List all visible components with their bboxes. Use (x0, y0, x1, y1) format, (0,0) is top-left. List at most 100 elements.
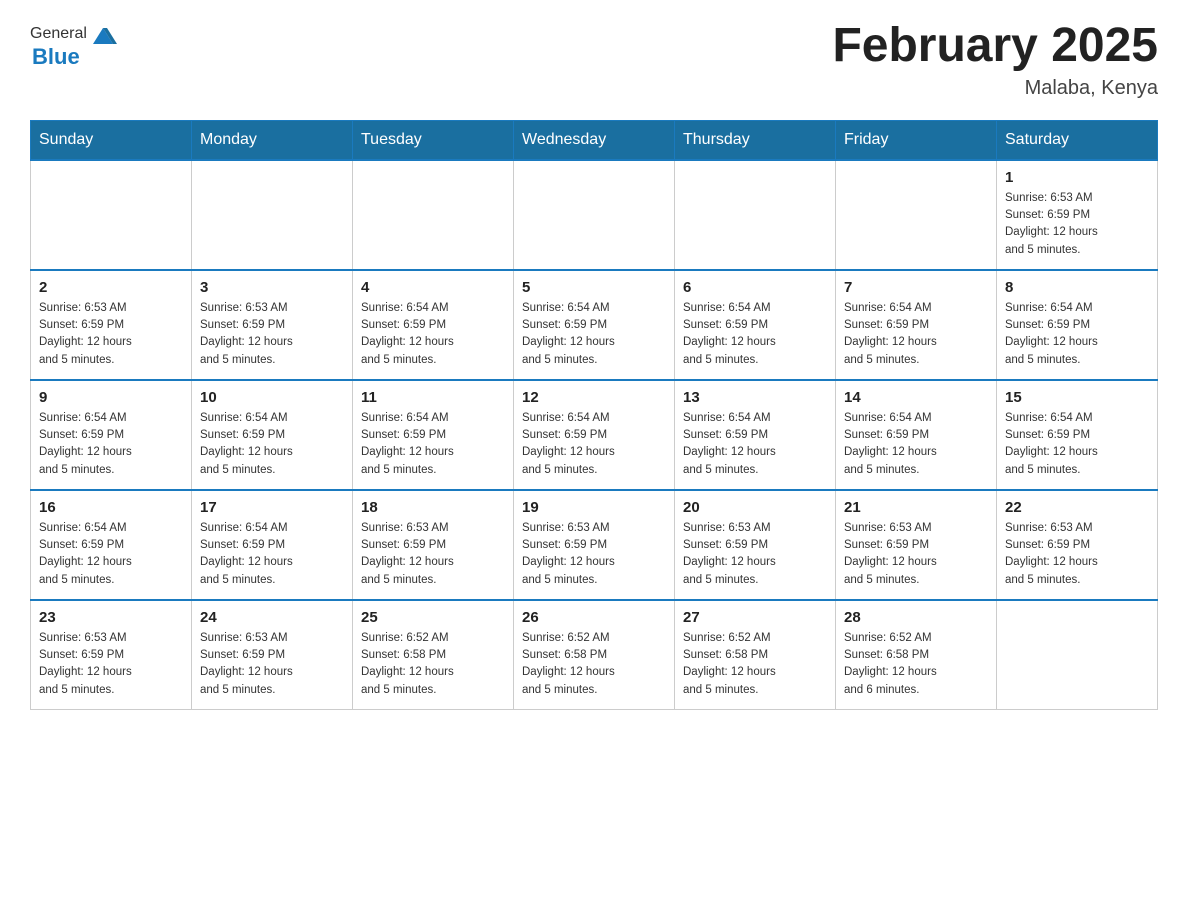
day-info: Sunrise: 6:54 AMSunset: 6:59 PMDaylight:… (522, 300, 666, 369)
day-number: 23 (39, 609, 183, 626)
day-number: 3 (200, 279, 344, 296)
day-info: Sunrise: 6:52 AMSunset: 6:58 PMDaylight:… (844, 630, 988, 699)
day-number: 28 (844, 609, 988, 626)
day-info: Sunrise: 6:53 AMSunset: 6:59 PMDaylight:… (1005, 190, 1149, 259)
header-saturday: Saturday (997, 120, 1158, 160)
day-info: Sunrise: 6:54 AMSunset: 6:59 PMDaylight:… (522, 410, 666, 479)
day-number: 7 (844, 279, 988, 296)
day-info: Sunrise: 6:54 AMSunset: 6:59 PMDaylight:… (200, 520, 344, 589)
header-wednesday: Wednesday (514, 120, 675, 160)
location: Malaba, Kenya (832, 77, 1158, 100)
day-info: Sunrise: 6:54 AMSunset: 6:59 PMDaylight:… (844, 410, 988, 479)
calendar-cell (997, 600, 1158, 710)
day-info: Sunrise: 6:53 AMSunset: 6:59 PMDaylight:… (39, 300, 183, 369)
page-header: General Blue February 2025 Malaba, Kenya (30, 20, 1158, 100)
day-info: Sunrise: 6:53 AMSunset: 6:59 PMDaylight:… (1005, 520, 1149, 589)
day-number: 6 (683, 279, 827, 296)
day-info: Sunrise: 6:53 AMSunset: 6:59 PMDaylight:… (200, 630, 344, 699)
calendar-cell: 19 Sunrise: 6:53 AMSunset: 6:59 PMDayligh… (514, 490, 675, 600)
logo-general-text: General (30, 25, 87, 43)
calendar-cell: 11 Sunrise: 6:54 AMSunset: 6:59 PMDayligh… (353, 380, 514, 490)
day-number: 21 (844, 499, 988, 516)
calendar-cell: 13 Sunrise: 6:54 AMSunset: 6:59 PMDayligh… (675, 380, 836, 490)
calendar-table: SundayMondayTuesdayWednesdayThursdayFrid… (30, 120, 1158, 711)
day-info: Sunrise: 6:52 AMSunset: 6:58 PMDaylight:… (522, 630, 666, 699)
day-info: Sunrise: 6:53 AMSunset: 6:59 PMDaylight:… (522, 520, 666, 589)
calendar-cell: 18 Sunrise: 6:53 AMSunset: 6:59 PMDayligh… (353, 490, 514, 600)
day-info: Sunrise: 6:54 AMSunset: 6:59 PMDaylight:… (361, 410, 505, 479)
day-info: Sunrise: 6:54 AMSunset: 6:59 PMDaylight:… (200, 410, 344, 479)
calendar-cell: 15 Sunrise: 6:54 AMSunset: 6:59 PMDayligh… (997, 380, 1158, 490)
calendar-cell (192, 160, 353, 270)
header-sunday: Sunday (31, 120, 192, 160)
header-monday: Monday (192, 120, 353, 160)
day-number: 1 (1005, 169, 1149, 186)
day-number: 24 (200, 609, 344, 626)
calendar-header-row: SundayMondayTuesdayWednesdayThursdayFrid… (31, 120, 1158, 160)
day-info: Sunrise: 6:53 AMSunset: 6:59 PMDaylight:… (200, 300, 344, 369)
calendar-cell: 25Sunrise: 6:52 AMSunset: 6:58 PMDayligh… (353, 600, 514, 710)
calendar-cell: 4Sunrise: 6:54 AMSunset: 6:59 PMDaylight… (353, 270, 514, 380)
month-title: February 2025 (832, 20, 1158, 73)
header-tuesday: Tuesday (353, 120, 514, 160)
day-number: 27 (683, 609, 827, 626)
calendar-cell: 22 Sunrise: 6:53 AMSunset: 6:59 PMDayligh… (997, 490, 1158, 600)
day-info: Sunrise: 6:54 AMSunset: 6:59 PMDaylight:… (683, 410, 827, 479)
day-number: 13 (683, 389, 827, 406)
calendar-cell: 2 Sunrise: 6:53 AMSunset: 6:59 PMDaylight… (31, 270, 192, 380)
day-info: Sunrise: 6:54 AMSunset: 6:59 PMDaylight:… (683, 300, 827, 369)
day-number: 15 (1005, 389, 1149, 406)
header-thursday: Thursday (675, 120, 836, 160)
calendar-cell: 12Sunrise: 6:54 AMSunset: 6:59 PMDayligh… (514, 380, 675, 490)
day-number: 18 (361, 499, 505, 516)
calendar-cell: 28 Sunrise: 6:52 AMSunset: 6:58 PMDayligh… (836, 600, 997, 710)
day-number: 2 (39, 279, 183, 296)
calendar-cell (353, 160, 514, 270)
day-number: 14 (844, 389, 988, 406)
day-number: 25 (361, 609, 505, 626)
calendar-week-3: 9 Sunrise: 6:54 AMSunset: 6:59 PMDaylight… (31, 380, 1158, 490)
calendar-cell (31, 160, 192, 270)
calendar-cell (836, 160, 997, 270)
day-info: Sunrise: 6:52 AMSunset: 6:58 PMDaylight:… (683, 630, 827, 699)
calendar-cell: 7 Sunrise: 6:54 AMSunset: 6:59 PMDaylight… (836, 270, 997, 380)
day-number: 22 (1005, 499, 1149, 516)
calendar-cell: 8 Sunrise: 6:54 AMSunset: 6:59 PMDaylight… (997, 270, 1158, 380)
logo-icon (89, 20, 117, 48)
calendar-week-4: 16 Sunrise: 6:54 AMSunset: 6:59 PMDayligh… (31, 490, 1158, 600)
day-info: Sunrise: 6:54 AMSunset: 6:59 PMDaylight:… (844, 300, 988, 369)
calendar-cell: 5 Sunrise: 6:54 AMSunset: 6:59 PMDaylight… (514, 270, 675, 380)
day-info: Sunrise: 6:53 AMSunset: 6:59 PMDaylight:… (361, 520, 505, 589)
header-friday: Friday (836, 120, 997, 160)
title-section: February 2025 Malaba, Kenya (832, 20, 1158, 100)
day-info: Sunrise: 6:54 AMSunset: 6:59 PMDaylight:… (1005, 410, 1149, 479)
day-info: Sunrise: 6:54 AMSunset: 6:59 PMDaylight:… (39, 410, 183, 479)
day-number: 10 (200, 389, 344, 406)
calendar-cell (675, 160, 836, 270)
day-info: Sunrise: 6:53 AMSunset: 6:59 PMDaylight:… (39, 630, 183, 699)
calendar-cell: 16 Sunrise: 6:54 AMSunset: 6:59 PMDayligh… (31, 490, 192, 600)
calendar-cell: 3 Sunrise: 6:53 AMSunset: 6:59 PMDaylight… (192, 270, 353, 380)
calendar-cell: 21Sunrise: 6:53 AMSunset: 6:59 PMDayligh… (836, 490, 997, 600)
logo-blue-text: Blue (32, 44, 80, 70)
calendar-cell: 10 Sunrise: 6:54 AMSunset: 6:59 PMDayligh… (192, 380, 353, 490)
day-number: 20 (683, 499, 827, 516)
day-number: 16 (39, 499, 183, 516)
calendar-cell: 14 Sunrise: 6:54 AMSunset: 6:59 PMDayligh… (836, 380, 997, 490)
day-number: 11 (361, 389, 505, 406)
calendar-week-5: 23 Sunrise: 6:53 AMSunset: 6:59 PMDayligh… (31, 600, 1158, 710)
day-number: 19 (522, 499, 666, 516)
calendar-week-1: 1 Sunrise: 6:53 AMSunset: 6:59 PMDaylight… (31, 160, 1158, 270)
day-info: Sunrise: 6:54 AMSunset: 6:59 PMDaylight:… (361, 300, 505, 369)
calendar-cell: 17 Sunrise: 6:54 AMSunset: 6:59 PMDayligh… (192, 490, 353, 600)
day-number: 9 (39, 389, 183, 406)
day-info: Sunrise: 6:54 AMSunset: 6:59 PMDaylight:… (1005, 300, 1149, 369)
day-info: Sunrise: 6:54 AMSunset: 6:59 PMDaylight:… (39, 520, 183, 589)
calendar-cell (514, 160, 675, 270)
calendar-cell: 20Sunrise: 6:53 AMSunset: 6:59 PMDayligh… (675, 490, 836, 600)
calendar-cell: 24 Sunrise: 6:53 AMSunset: 6:59 PMDayligh… (192, 600, 353, 710)
calendar-week-2: 2 Sunrise: 6:53 AMSunset: 6:59 PMDaylight… (31, 270, 1158, 380)
day-number: 5 (522, 279, 666, 296)
day-number: 8 (1005, 279, 1149, 296)
day-number: 17 (200, 499, 344, 516)
